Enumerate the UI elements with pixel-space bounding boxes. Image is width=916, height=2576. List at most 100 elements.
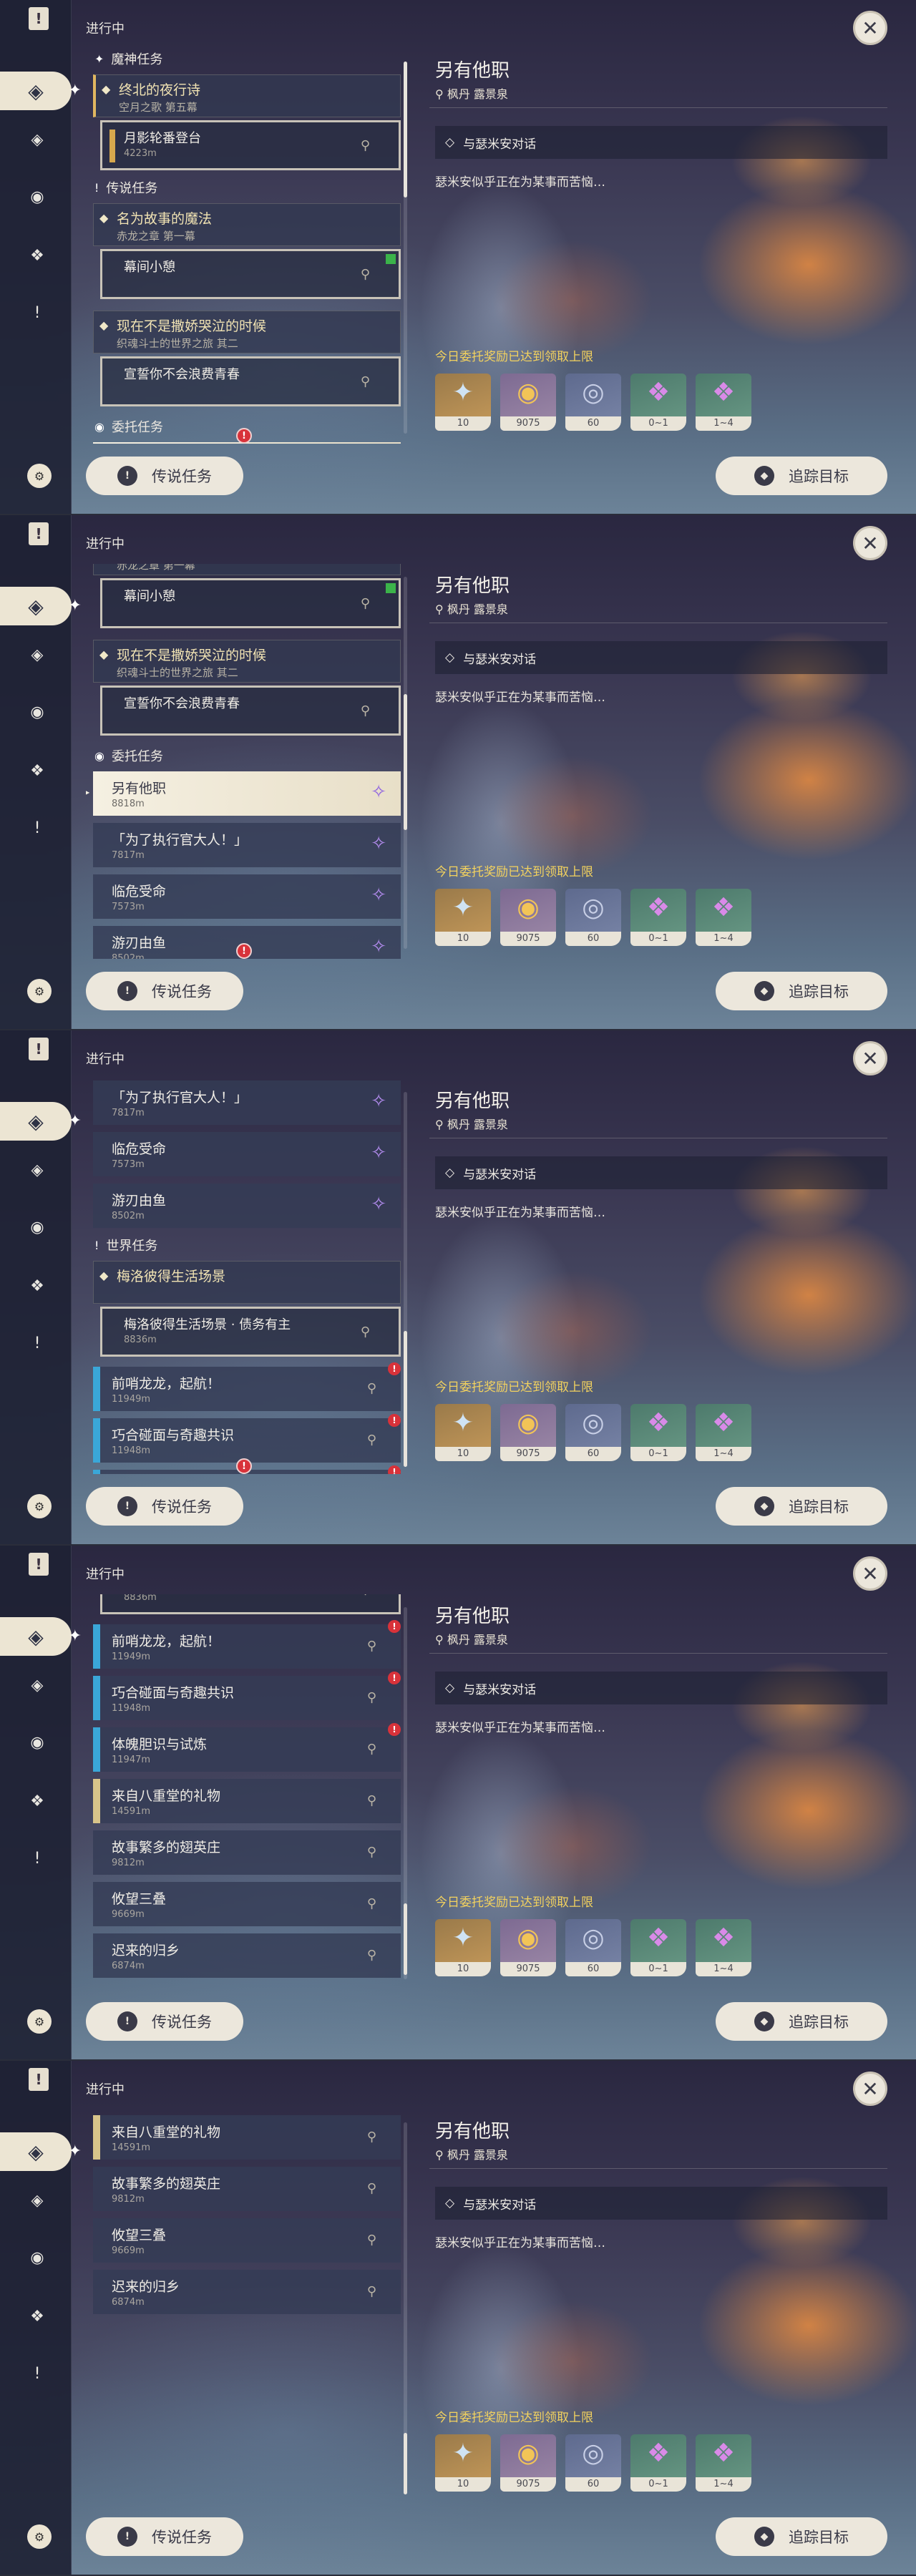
map-pin-icon[interactable]: ⚲ bbox=[367, 1896, 376, 1911]
scrollbar-thumb[interactable] bbox=[404, 694, 407, 830]
legend-quest-tab-icon[interactable]: ! bbox=[25, 2361, 49, 2386]
map-pin-icon[interactable]: ⚲ bbox=[367, 1690, 376, 1705]
map-pin-icon[interactable]: ⚲ bbox=[367, 2181, 376, 2196]
commission-tab-icon[interactable]: ◉ bbox=[25, 1730, 49, 1755]
track-objective-button[interactable]: ◆ 追踪目标 bbox=[716, 457, 887, 495]
map-pin-icon[interactable]: ⚲ bbox=[361, 138, 370, 153]
world-quest-item[interactable]: 迟来的归乡 6874m ⚲ bbox=[93, 2270, 401, 2314]
reward-item[interactable]: ❖ 1~4 bbox=[696, 374, 751, 431]
legend-quest-button[interactable]: ! 传说任务 bbox=[86, 2517, 243, 2556]
map-pin-icon[interactable]: ⚲ bbox=[367, 2129, 376, 2145]
map-pin-icon[interactable]: ⚲ bbox=[361, 1594, 370, 1597]
reward-item[interactable]: ✦ 10 bbox=[435, 1919, 491, 1976]
world-quest-item[interactable]: 体魄胆识与试炼 11947m ⚲! bbox=[93, 1723, 401, 1772]
archon-quest-tab-icon[interactable]: ◈ bbox=[25, 1673, 49, 1697]
quest-step[interactable]: 梅洛彼得生活场景 · 债务有主8836m⚲ bbox=[100, 1594, 401, 1614]
all-quests-tab[interactable]: ◈ ✦ bbox=[0, 2132, 82, 2171]
quest-archon[interactable]: ◆ 终北的夜行诗 空月之歌 第五幕 bbox=[93, 74, 401, 117]
scrollbar-thumb[interactable] bbox=[404, 2433, 407, 2494]
map-pin-icon[interactable]: ⚲ bbox=[367, 1845, 376, 1860]
quest-book-icon[interactable]: ! bbox=[29, 2068, 49, 2091]
close-button[interactable]: ✕ bbox=[853, 1556, 887, 1591]
reward-item[interactable]: ✦ 10 bbox=[435, 374, 491, 431]
reward-item[interactable]: ❖ 0~1 bbox=[630, 374, 686, 431]
commission-tab-icon[interactable]: ◉ bbox=[25, 2245, 49, 2270]
quest-filter-tab-icon[interactable]: ❖ bbox=[25, 1789, 49, 1813]
world-quest-item[interactable]: 故事繁多的翅英庄 9812m ⚲ bbox=[93, 2167, 401, 2211]
reward-item[interactable]: ◎ 60 bbox=[565, 374, 621, 431]
reward-item[interactable]: ◎ 60 bbox=[565, 2434, 621, 2492]
world-quest-item[interactable]: 前哨龙龙，起航！ 11949m ⚲! bbox=[93, 1362, 401, 1411]
map-pin-icon[interactable]: ⚲ bbox=[361, 1324, 370, 1340]
quest-step[interactable]: 月影轮番登台 4223m ⚲ bbox=[100, 120, 401, 170]
quest-settings-icon[interactable]: ⚙ bbox=[27, 2009, 52, 2034]
map-pin-icon[interactable]: ⚲ bbox=[361, 374, 370, 389]
reward-item[interactable]: ◉ 9075 bbox=[500, 889, 556, 946]
map-pin-icon[interactable]: ⚲ bbox=[361, 267, 370, 282]
map-pin-icon[interactable]: ⚲ bbox=[367, 1742, 376, 1757]
scrollbar-thumb[interactable] bbox=[404, 62, 407, 197]
quest-step[interactable]: 幕间小憩 ⚲ bbox=[100, 249, 401, 299]
legend-quest-tab-icon[interactable]: ! bbox=[25, 301, 49, 325]
world-quest-item[interactable]: 攸望三叠 9669m ⚲ bbox=[93, 1882, 401, 1926]
map-pin-icon[interactable]: ⚲ bbox=[367, 2233, 376, 2248]
map-pin-icon[interactable]: ⚲ bbox=[361, 596, 370, 611]
quest-list[interactable]: ✦魔神任务◆终北的夜行诗空月之歌 第五幕月影轮番登台4223m⚲!传说任务◆名为… bbox=[86, 2109, 401, 2504]
reward-item[interactable]: ✦ 10 bbox=[435, 889, 491, 946]
world-quest-item[interactable]: 前哨龙龙，起航！ 11949m ⚲! bbox=[93, 1620, 401, 1669]
quest-book-icon[interactable]: ! bbox=[29, 1038, 49, 1060]
reward-item[interactable]: ◉ 9075 bbox=[500, 1919, 556, 1976]
quest-legend-1[interactable]: ◆名为故事的魔法赤龙之章 第一幕 bbox=[93, 564, 401, 575]
quest-legend-1[interactable]: ◆名为故事的魔法赤龙之章 第一幕 bbox=[93, 203, 401, 246]
archon-quest-tab-icon[interactable]: ◈ bbox=[25, 127, 49, 152]
map-pin-icon[interactable]: ⚲ bbox=[361, 703, 370, 718]
commission-item[interactable]: 临危受命 7573m ✧ bbox=[93, 874, 401, 919]
reward-item[interactable]: ◎ 60 bbox=[565, 1919, 621, 1976]
world-quest-item[interactable]: 故事繁多的翅英庄 9812m ⚲ bbox=[93, 1830, 401, 1875]
legend-quest-button[interactable]: ! 传说任务 bbox=[86, 457, 243, 495]
quest-book-icon[interactable]: ! bbox=[29, 1553, 49, 1576]
commission-tab-icon[interactable]: ◉ bbox=[25, 185, 49, 209]
scrollbar-thumb[interactable] bbox=[404, 1331, 407, 1467]
map-pin-icon[interactable]: ⚲ bbox=[367, 1433, 376, 1448]
reward-item[interactable]: ❖ 0~1 bbox=[630, 2434, 686, 2492]
quest-book-icon[interactable]: ! bbox=[29, 522, 49, 545]
legend-quest-tab-icon[interactable]: ! bbox=[25, 1846, 49, 1870]
reward-item[interactable]: ✦ 10 bbox=[435, 1404, 491, 1461]
close-button[interactable]: ✕ bbox=[853, 2072, 887, 2106]
close-button[interactable]: ✕ bbox=[853, 11, 887, 45]
close-button[interactable]: ✕ bbox=[853, 526, 887, 560]
reward-item[interactable]: ✦ 10 bbox=[435, 2434, 491, 2492]
commission-item[interactable]: 「为了执行官大人！」 7817m ✧ bbox=[93, 823, 401, 867]
commission-item[interactable]: 「为了执行官大人！」 7817m ✧ bbox=[93, 1080, 401, 1125]
reward-item[interactable]: ◎ 60 bbox=[565, 889, 621, 946]
map-pin-icon[interactable]: ⚲ bbox=[367, 2284, 376, 2299]
commission-tab-icon[interactable]: ◉ bbox=[25, 1215, 49, 1239]
world-quest-item[interactable]: 迟来的归乡 6874m ⚲ bbox=[93, 1933, 401, 1978]
reward-item[interactable]: ❖ 1~4 bbox=[696, 1404, 751, 1461]
all-quests-tab[interactable]: ◈ ✦ bbox=[0, 72, 82, 110]
quest-step[interactable]: 宣誓你不会浪费青春 ⚲ bbox=[100, 686, 401, 736]
all-quests-tab[interactable]: ◈ ✦ bbox=[0, 1102, 82, 1141]
quest-list[interactable]: ✦魔神任务◆终北的夜行诗空月之歌 第五幕月影轮番登台4223m⚲!传说任务◆名为… bbox=[86, 1594, 401, 1989]
reward-item[interactable]: ❖ 0~1 bbox=[630, 889, 686, 946]
quest-settings-icon[interactable]: ⚙ bbox=[27, 464, 52, 488]
world-quest-item[interactable]: 攸望三叠 9669m ⚲ bbox=[93, 2218, 401, 2263]
map-pin-icon[interactable]: ⚲ bbox=[367, 1381, 376, 1396]
legend-quest-tab-icon[interactable]: ! bbox=[25, 816, 49, 840]
reward-item[interactable]: ❖ 1~4 bbox=[696, 2434, 751, 2492]
reward-item[interactable]: ◉ 9075 bbox=[500, 1404, 556, 1461]
track-objective-button[interactable]: ◆ 追踪目标 bbox=[716, 1487, 887, 1526]
track-objective-button[interactable]: ◆ 追踪目标 bbox=[716, 2517, 887, 2556]
reward-item[interactable]: ❖ 1~4 bbox=[696, 1919, 751, 1976]
quest-book-icon[interactable]: ! bbox=[29, 7, 49, 30]
reward-item[interactable]: ◉ 9075 bbox=[500, 374, 556, 431]
track-objective-button[interactable]: ◆ 追踪目标 bbox=[716, 2002, 887, 2041]
archon-quest-tab-icon[interactable]: ◈ bbox=[25, 643, 49, 667]
world-quest-item[interactable]: 来自八重堂的礼物 14591m ⚲ bbox=[93, 1779, 401, 1823]
map-pin-icon[interactable]: ⚲ bbox=[367, 1793, 376, 1808]
legend-quest-tab-icon[interactable]: ! bbox=[25, 1331, 49, 1355]
quest-step[interactable]: 宣誓你不会浪费青春 ⚲ bbox=[100, 356, 401, 406]
quest-legend-2[interactable]: ◆ 现在不是撒娇哭泣的时候 织魂斗士的世界之旅 其二 bbox=[93, 640, 401, 683]
reward-item[interactable]: ❖ 0~1 bbox=[630, 1919, 686, 1976]
